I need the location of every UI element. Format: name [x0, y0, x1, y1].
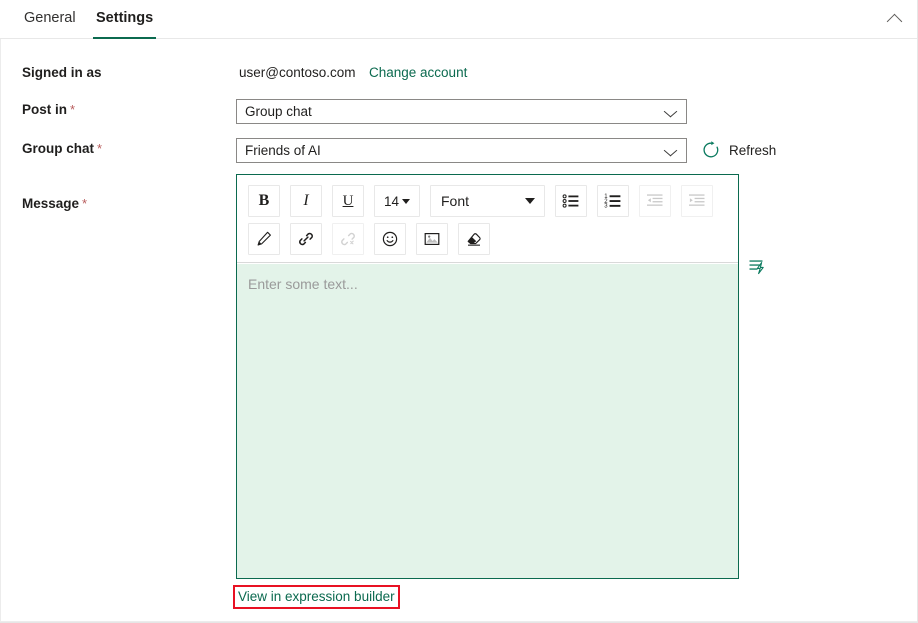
- chevron-up-icon: [886, 13, 902, 29]
- font-size-value: 14: [383, 193, 400, 209]
- settings-panel: General Settings Signed in as user@conto…: [0, 0, 918, 623]
- bold-button[interactable]: B: [248, 185, 280, 217]
- tab-settings[interactable]: Settings: [93, 8, 157, 39]
- bulleted-list-button[interactable]: [555, 185, 587, 217]
- insert-image-button[interactable]: [416, 223, 448, 255]
- signed-in-account-value: user@contoso.com: [239, 65, 356, 80]
- signed-in-as-label: Signed in as: [22, 65, 102, 80]
- change-account-link[interactable]: Change account: [369, 65, 467, 80]
- underline-button[interactable]: U: [332, 185, 364, 217]
- message-required-asterisk: *: [82, 196, 88, 211]
- italic-icon: I: [303, 192, 309, 209]
- collapse-button[interactable]: [878, 4, 910, 34]
- chevron-down-icon: [663, 144, 678, 157]
- numbered-list-button[interactable]: 1 2 3: [597, 185, 629, 217]
- tab-strip: General Settings: [0, 0, 917, 39]
- view-in-expression-builder-link[interactable]: View in expression builder: [238, 588, 395, 605]
- editor-toolbar: B I U 14 Font 1 2 3: [237, 175, 738, 263]
- message-textarea[interactable]: Enter some text...: [237, 264, 738, 578]
- insert-link-button[interactable]: [290, 223, 322, 255]
- lightning-bolt-icon: [749, 260, 764, 275]
- decrease-indent-button[interactable]: [639, 185, 671, 217]
- font-size-dropdown[interactable]: 14: [374, 185, 420, 217]
- clear-formatting-button[interactable]: [458, 223, 490, 255]
- group-chat-label: Group chat *: [22, 141, 102, 156]
- rich-text-editor: B I U 14 Font 1 2 3 Enter some text...: [236, 174, 739, 579]
- left-divider: [0, 39, 1, 622]
- bold-icon: B: [258, 192, 270, 209]
- text-color-button[interactable]: [248, 223, 280, 255]
- underline-icon: U: [342, 192, 354, 209]
- font-family-value: Font: [441, 193, 470, 209]
- post-in-selected-value: Group chat: [245, 104, 312, 119]
- tab-general[interactable]: General: [21, 8, 79, 39]
- tab-general-label: General: [24, 10, 76, 26]
- numbered-list-icon: 1 2 3: [604, 194, 621, 210]
- post-in-dropdown[interactable]: Group chat: [236, 99, 687, 124]
- increase-indent-icon: [689, 194, 705, 206]
- expression-builder-highlight: View in expression builder: [233, 585, 400, 609]
- post-in-label: Post in *: [22, 102, 75, 117]
- chevron-down-icon: [402, 198, 411, 204]
- group-chat-required-asterisk: *: [97, 141, 103, 156]
- svg-text:3: 3: [604, 204, 608, 210]
- group-chat-label-text: Group chat: [22, 141, 95, 156]
- post-in-required-asterisk: *: [70, 102, 76, 117]
- chevron-down-icon: [525, 198, 535, 204]
- eraser-icon: [467, 233, 481, 246]
- pen-icon: [257, 231, 271, 246]
- refresh-circular-arrow-icon: [703, 141, 719, 158]
- toolbar-row-2: [248, 223, 490, 255]
- bulleted-list-icon: [562, 194, 579, 208]
- bottom-divider: [0, 621, 917, 622]
- tab-active-underline: [93, 36, 157, 39]
- smiley-icon: [382, 231, 398, 247]
- image-icon: [424, 232, 440, 246]
- tab-settings-label: Settings: [96, 10, 154, 26]
- toolbar-row-1: B I U 14 Font 1 2 3: [248, 185, 713, 217]
- dynamic-content-button[interactable]: [746, 255, 770, 279]
- refresh-label: Refresh: [729, 142, 777, 158]
- post-in-label-text: Post in: [22, 102, 68, 117]
- unlink-icon: [341, 232, 355, 246]
- refresh-button[interactable]: Refresh: [702, 138, 776, 162]
- link-icon: [299, 232, 313, 246]
- insert-emoji-button[interactable]: [374, 223, 406, 255]
- signed-in-as-label-text: Signed in as: [22, 65, 102, 80]
- remove-link-button[interactable]: [332, 223, 364, 255]
- group-chat-selected-value: Friends of AI: [245, 143, 321, 158]
- group-chat-dropdown[interactable]: Friends of AI: [236, 138, 687, 163]
- message-label: Message *: [22, 196, 87, 211]
- increase-indent-button[interactable]: [681, 185, 713, 217]
- message-label-text: Message: [22, 196, 80, 211]
- chevron-down-icon: [663, 105, 678, 118]
- message-placeholder: Enter some text...: [248, 276, 358, 292]
- italic-button[interactable]: I: [290, 185, 322, 217]
- font-family-dropdown[interactable]: Font: [430, 185, 545, 217]
- decrease-indent-icon: [647, 194, 663, 206]
